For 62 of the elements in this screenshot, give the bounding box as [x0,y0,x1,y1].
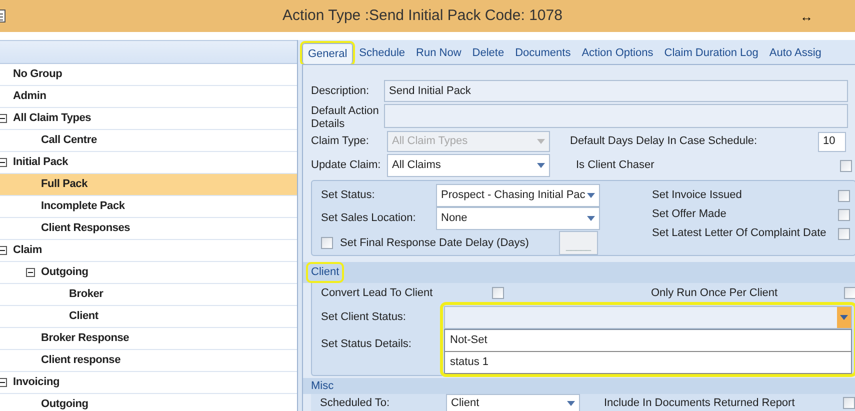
caret-icon [537,163,545,168]
input-field[interactable]: _____ [559,231,598,255]
field-label: Set Invoice Issued [652,188,743,204]
field-label: Set Latest Letter Of Complaint Date [652,226,828,242]
field-label: Set Client Status: [321,310,407,325]
field-label: Set Status: [321,188,376,204]
resize-button[interactable]: ↔ [800,7,813,26]
field-label: Scheduled To: [320,396,391,411]
tab[interactable]: Action Options [576,43,658,64]
field-label: Claim Type: [311,134,370,150]
field-label: Update Claim: [311,158,382,174]
collapse-icon[interactable] [0,246,7,255]
field-label: Set Final Response Date Delay (Days) [340,236,530,251]
collapse-icon[interactable] [26,268,35,277]
checkbox[interactable] [838,208,850,220]
checkbox[interactable] [492,287,504,299]
checkbox[interactable] [840,160,852,172]
field-label: Default Action Details [311,104,380,131]
input-field[interactable]: 10 [818,132,846,152]
field-label: Is Client Chaser [576,158,656,174]
checkbox[interactable] [838,190,850,202]
input-field[interactable]: Send Initial Pack [384,80,848,102]
tab[interactable]: General [302,43,354,64]
field-label: Convert Lead To Client [321,286,434,301]
dropdown[interactable]: None [436,207,600,230]
input-field[interactable] [384,104,848,128]
collapse-icon[interactable] [0,378,7,387]
field-label: Description: [311,84,370,99]
caret-icon [587,193,595,198]
dropdown[interactable]: Prospect - Chasing Initial Pac [436,184,600,207]
caret-icon [587,216,595,221]
field-label: Only Run Once Per Client [651,286,779,301]
tab[interactable]: Auto Assig [764,43,826,64]
tab[interactable]: Claim Duration Log [659,43,764,64]
tab[interactable]: Documents [510,43,576,64]
section-title: Misc [311,378,334,394]
collapse-icon[interactable] [0,158,7,167]
section-title: Client [308,264,342,281]
caret-icon [567,400,575,406]
field-label: Set Offer Made [652,207,728,222]
checkbox[interactable] [321,237,333,249]
field-label: Default Days Delay In Case Schedule: [570,134,758,150]
checkbox[interactable] [844,287,855,299]
caret-icon [537,139,545,144]
checkbox[interactable] [843,397,855,409]
dropdown[interactable]: All Claims [387,154,550,177]
field-label: Include In Documents Returned Report [604,396,796,411]
dropdown[interactable]: Client [446,394,580,411]
tab[interactable]: Schedule [354,43,410,64]
tab[interactable]: Delete [467,43,510,64]
tab[interactable]: Run Now [411,43,466,64]
field-label: Set Sales Location: [321,211,417,226]
collapse-icon[interactable] [0,114,7,123]
dropdown-option[interactable]: status 1 [445,352,851,374]
dropdown-button[interactable] [837,306,851,328]
caret-icon [840,314,848,320]
window-title: Action Type :Send Initial Pack Code: 1078 [282,6,562,26]
field-label: Set Status Details: [321,336,412,352]
clipboard-icon [0,9,6,23]
dropdown[interactable] [444,306,852,328]
tree-item[interactable]: Full Pack [0,174,297,196]
checkbox[interactable] [838,228,850,240]
